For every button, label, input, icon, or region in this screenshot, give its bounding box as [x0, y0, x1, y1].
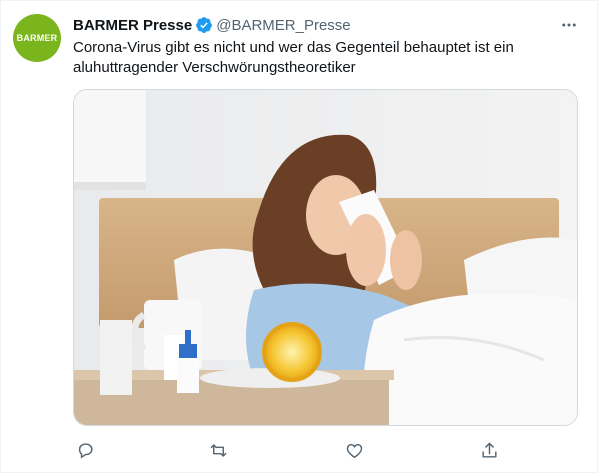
- tweet-actions: [73, 438, 513, 462]
- photo-illustration: [74, 90, 577, 425]
- avatar-label: BARMER: [16, 33, 58, 43]
- retweet-icon[interactable]: [206, 438, 230, 462]
- reply-icon[interactable]: [73, 438, 97, 462]
- author-handle[interactable]: @BARMER_Presse: [216, 17, 350, 34]
- author-name[interactable]: BARMER Presse: [73, 17, 192, 34]
- share-icon[interactable]: [477, 438, 501, 462]
- tweet-photo[interactable]: [73, 89, 578, 426]
- more-options-icon[interactable]: [559, 15, 579, 35]
- tweet-text: Corona-Virus gibt es nicht und wer das G…: [73, 39, 514, 76]
- verified-badge-icon: [195, 16, 213, 34]
- tweet-card[interactable]: BARMER BARMER Presse @BARMER_Presse Coro…: [0, 0, 598, 473]
- heart-icon[interactable]: [342, 438, 366, 462]
- avatar[interactable]: BARMER: [13, 14, 61, 62]
- tweet-header: BARMER Presse @BARMER_Presse: [73, 15, 549, 35]
